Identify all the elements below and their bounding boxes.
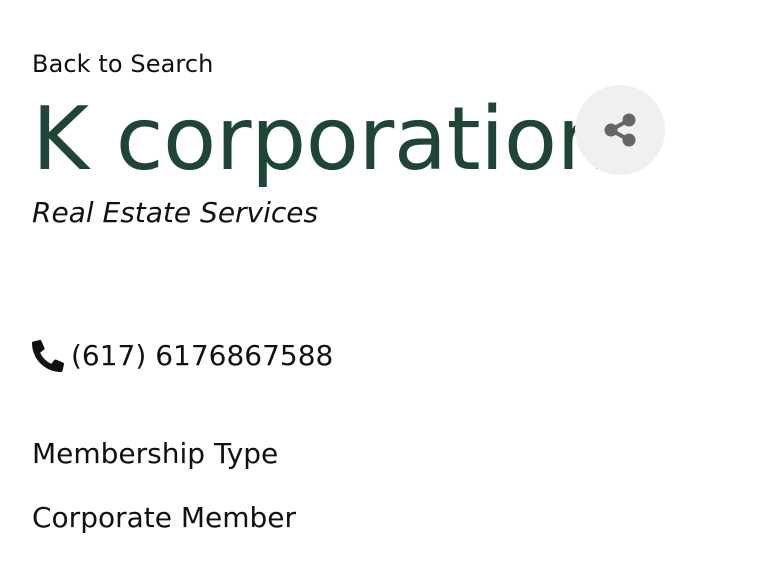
company-name: K corporation xyxy=(32,88,612,190)
share-icon xyxy=(604,113,636,147)
phone-row: (617) 6176867588 xyxy=(32,336,333,376)
phone-number-link[interactable]: (617) 6176867588 xyxy=(71,336,333,376)
back-to-search-link[interactable]: Back to Search xyxy=(32,48,213,80)
company-category: Real Estate Services xyxy=(32,196,319,229)
membership-type-value: Corporate Member xyxy=(32,501,297,534)
share-button[interactable] xyxy=(575,85,665,175)
membership-type-label: Membership Type xyxy=(32,437,279,470)
title-row: K corporation xyxy=(32,84,612,194)
phone-icon xyxy=(32,340,64,372)
